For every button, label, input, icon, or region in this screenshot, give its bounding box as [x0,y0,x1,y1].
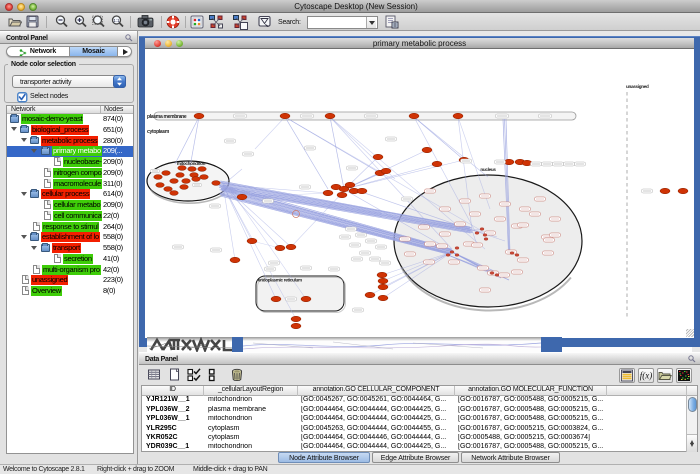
svg-text:f(x): f(x) [640,371,653,381]
svg-text:cytoplasm: cytoplasm [147,129,170,135]
svg-text:unassigned: unassigned [626,84,649,89]
svg-text:plasma membrane: plasma membrane [147,114,187,120]
svg-text:mitochondrion: mitochondrion [177,161,206,166]
svg-text:nucleus: nucleus [480,167,496,172]
svg-text:1:1: 1:1 [113,18,120,23]
svg-text:endoplasmic reticulum: endoplasmic reticulum [258,278,302,283]
